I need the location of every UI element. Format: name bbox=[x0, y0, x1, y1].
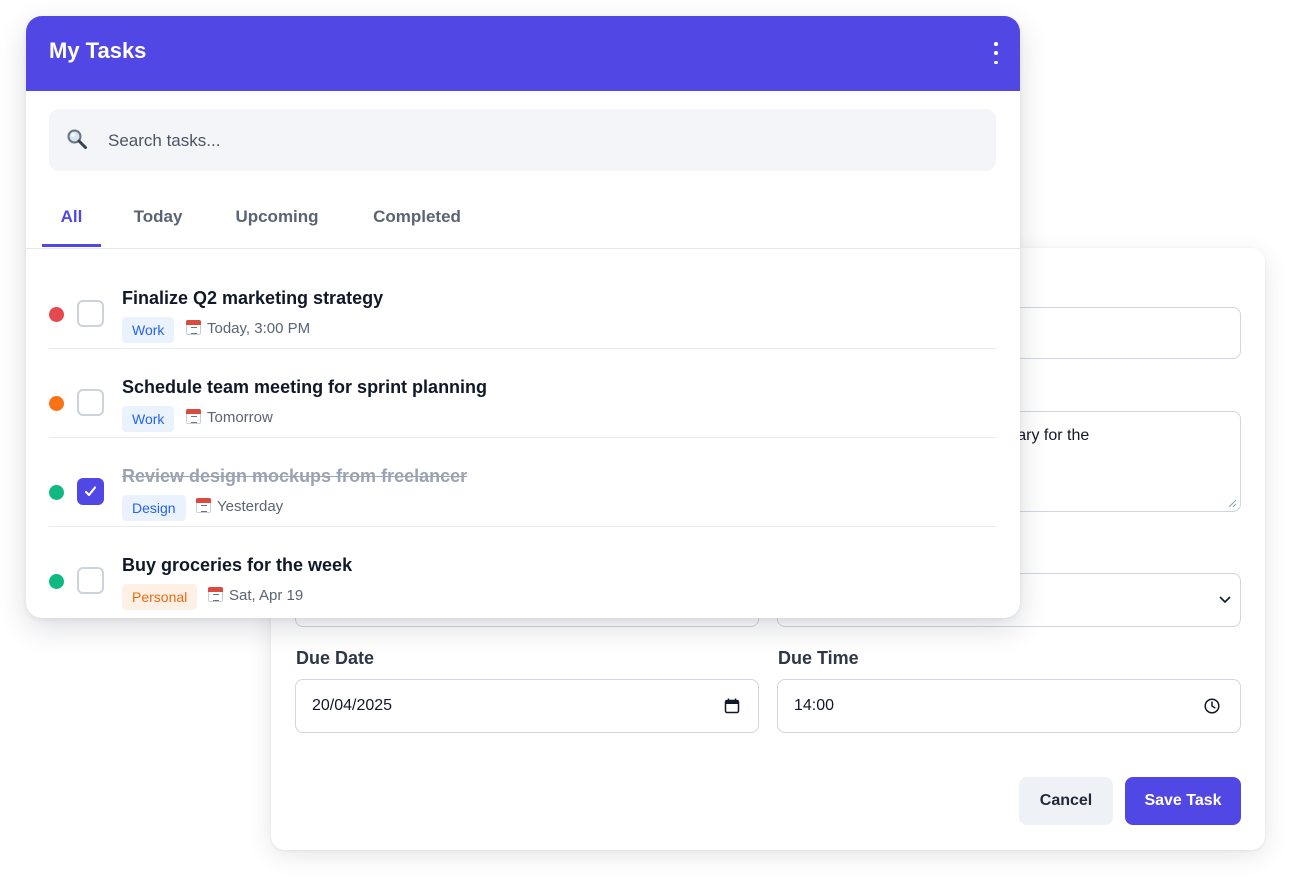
task-due: Sat, Apr 19 bbox=[208, 587, 303, 604]
calendar-picker-icon[interactable] bbox=[724, 698, 740, 714]
task-tag: Work bbox=[122, 406, 175, 432]
task-due-text: Tomorrow bbox=[207, 409, 273, 426]
priority-dot bbox=[49, 485, 64, 500]
tab-label: Upcoming bbox=[235, 207, 319, 226]
clock-icon[interactable] bbox=[1204, 698, 1220, 714]
panel-title: My Tasks bbox=[49, 38, 147, 63]
task-item: Schedule team meeting for sprint plannin… bbox=[49, 348, 996, 438]
search-bar[interactable] bbox=[49, 109, 996, 173]
task-item: Buy groceries for the week Personal Sat,… bbox=[49, 526, 996, 615]
tab-label: Today bbox=[133, 207, 183, 226]
due-time-value: 14:00 bbox=[794, 697, 835, 714]
task-due-text: Sat, Apr 19 bbox=[229, 587, 304, 604]
tasks-panel: My Tasks All Today Upcoming Completed Fi… bbox=[26, 16, 1020, 618]
calendar-icon bbox=[208, 587, 223, 602]
priority-dot bbox=[49, 396, 64, 411]
task-due: Tomorrow bbox=[186, 409, 273, 426]
task-tag: Work bbox=[122, 317, 175, 343]
resize-handle-icon[interactable] bbox=[1227, 498, 1237, 508]
task-checkbox[interactable] bbox=[77, 300, 104, 327]
search-icon bbox=[67, 129, 87, 149]
tab-label: Completed bbox=[373, 207, 461, 226]
task-item: Finalize Q2 marketing strategy Work Toda… bbox=[49, 259, 996, 349]
priority-dot bbox=[49, 574, 64, 589]
task-title[interactable]: Review design mockups from freelancer bbox=[122, 466, 467, 487]
due-time-input[interactable]: 14:00 bbox=[777, 679, 1241, 733]
task-due: Yesterday bbox=[196, 498, 283, 515]
task-due: Today, 3:00 PM bbox=[186, 320, 310, 337]
more-vertical-icon[interactable] bbox=[992, 42, 1000, 64]
calendar-icon bbox=[186, 320, 201, 335]
task-due-text: Yesterday bbox=[217, 498, 284, 515]
due-date-label: Due Date bbox=[296, 648, 375, 668]
tab-label: All bbox=[60, 207, 83, 226]
task-title[interactable]: Schedule team meeting for sprint plannin… bbox=[122, 377, 487, 398]
calendar-icon bbox=[196, 498, 211, 513]
tab-today[interactable]: Today bbox=[126, 196, 190, 246]
task-checkbox[interactable] bbox=[77, 478, 104, 505]
priority-dot bbox=[49, 307, 64, 322]
due-time-label: Due Time bbox=[778, 648, 859, 668]
task-tag: Design bbox=[122, 495, 186, 521]
save-task-button[interactable]: Save Task bbox=[1125, 777, 1241, 825]
due-date-input[interactable]: 20/04/2025 bbox=[295, 679, 759, 733]
tab-completed[interactable]: Completed bbox=[366, 196, 468, 246]
tab-all[interactable]: All bbox=[42, 196, 101, 247]
search-input[interactable] bbox=[106, 109, 970, 173]
tab-upcoming[interactable]: Upcoming bbox=[228, 196, 326, 246]
task-item: Review design mockups from freelancer De… bbox=[49, 437, 996, 527]
filter-tabs: All Today Upcoming Completed bbox=[26, 196, 1020, 249]
task-checkbox[interactable] bbox=[77, 567, 104, 594]
cancel-button[interactable]: Cancel bbox=[1019, 777, 1113, 825]
task-title[interactable]: Finalize Q2 marketing strategy bbox=[122, 288, 383, 309]
task-checkbox[interactable] bbox=[77, 389, 104, 416]
task-tag: Personal bbox=[122, 584, 198, 610]
chevron-down-icon bbox=[1219, 596, 1231, 603]
task-due-text: Today, 3:00 PM bbox=[207, 320, 311, 337]
calendar-icon bbox=[186, 409, 201, 424]
task-title[interactable]: Buy groceries for the week bbox=[122, 555, 352, 576]
check-icon bbox=[84, 486, 97, 497]
due-date-value: 20/04/2025 bbox=[312, 697, 393, 714]
tasks-header: My Tasks bbox=[26, 16, 1020, 91]
